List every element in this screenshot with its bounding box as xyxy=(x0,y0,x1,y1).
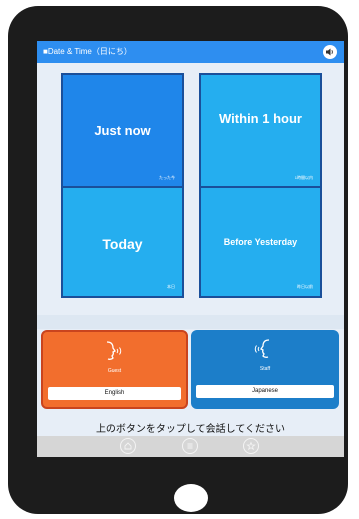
tile-sublabel: たった今 xyxy=(159,175,175,180)
menu-icon[interactable] xyxy=(182,438,198,454)
staff-button[interactable]: Staff Japanese xyxy=(191,330,339,409)
page-title: ■Date & Time（日にち） xyxy=(43,47,132,56)
speaker-icon[interactable] xyxy=(323,45,337,59)
guest-language: English xyxy=(48,387,181,400)
tile-label: Within 1 hour xyxy=(219,111,302,126)
star-icon[interactable] xyxy=(243,438,259,454)
staff-label: Staff xyxy=(259,366,271,372)
divider-strip xyxy=(37,315,344,329)
staff-language: Japanese xyxy=(196,385,334,398)
guest-label: Guest xyxy=(107,368,122,374)
tile-label: Before Yesterday xyxy=(223,237,298,247)
guest-button[interactable]: Guest English xyxy=(41,330,188,409)
tile-within-1-hour[interactable]: Within 1 hour 1時間以内 xyxy=(199,73,322,189)
home-icon[interactable] xyxy=(120,438,136,454)
tile-just-now[interactable]: Just now たった今 xyxy=(61,73,184,189)
bottom-nav-bar xyxy=(37,436,344,457)
tile-today[interactable]: Today 本日 xyxy=(61,186,184,298)
tablet-home-button[interactable] xyxy=(174,484,208,512)
title-bar: ■Date & Time（日にち） xyxy=(37,41,344,63)
tile-label: Today xyxy=(102,236,143,252)
guest-speaking-icon xyxy=(106,341,122,360)
tile-label: Just now xyxy=(94,123,151,138)
instruction-text: 上のボタンをタップして会話してください xyxy=(95,424,286,435)
tile-sublabel: 昨日以前 xyxy=(297,284,313,289)
app-screen: ■Date & Time（日にち） Just now たった今 Within 1… xyxy=(37,41,344,457)
tile-before-yesterday[interactable]: Before Yesterday 昨日以前 xyxy=(199,186,322,298)
tile-sublabel: 1時間以内 xyxy=(294,175,313,180)
tile-sublabel: 本日 xyxy=(167,284,175,289)
staff-speaking-icon xyxy=(254,339,270,358)
